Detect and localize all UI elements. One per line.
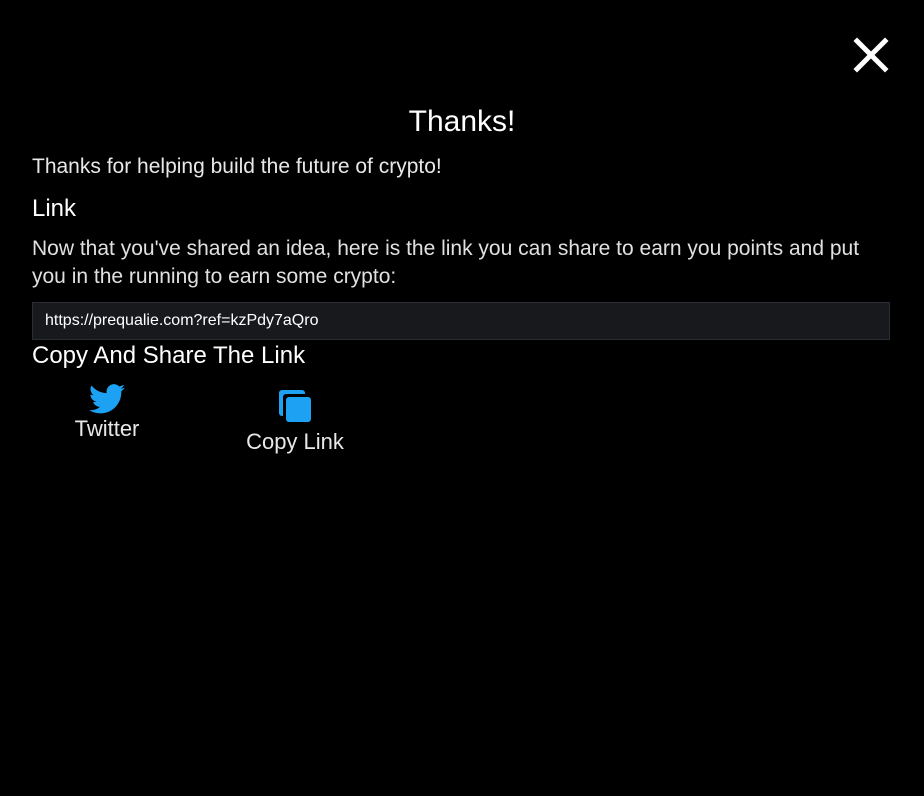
link-heading: Link — [32, 195, 77, 222]
referral-link-field[interactable] — [32, 302, 890, 340]
close-icon — [853, 37, 889, 73]
copy-link-button[interactable]: Copy Link — [242, 388, 348, 456]
thanks-modal: Thanks! Thanks for helping build the fut… — [0, 0, 924, 796]
share-heading: Copy And Share The Link — [32, 342, 306, 369]
close-button[interactable] — [852, 36, 890, 74]
share-description: Now that you've shared an idea, here is … — [32, 237, 860, 288]
copy-link-label: Copy Link — [246, 429, 344, 454]
twitter-icon — [89, 384, 125, 414]
modal-subtitle: Thanks for helping build the future of c… — [32, 155, 442, 178]
copy-icon — [279, 390, 311, 422]
twitter-share-button[interactable]: Twitter — [66, 384, 148, 443]
modal-title: Thanks! — [408, 105, 516, 138]
twitter-share-label: Twitter — [74, 416, 140, 441]
